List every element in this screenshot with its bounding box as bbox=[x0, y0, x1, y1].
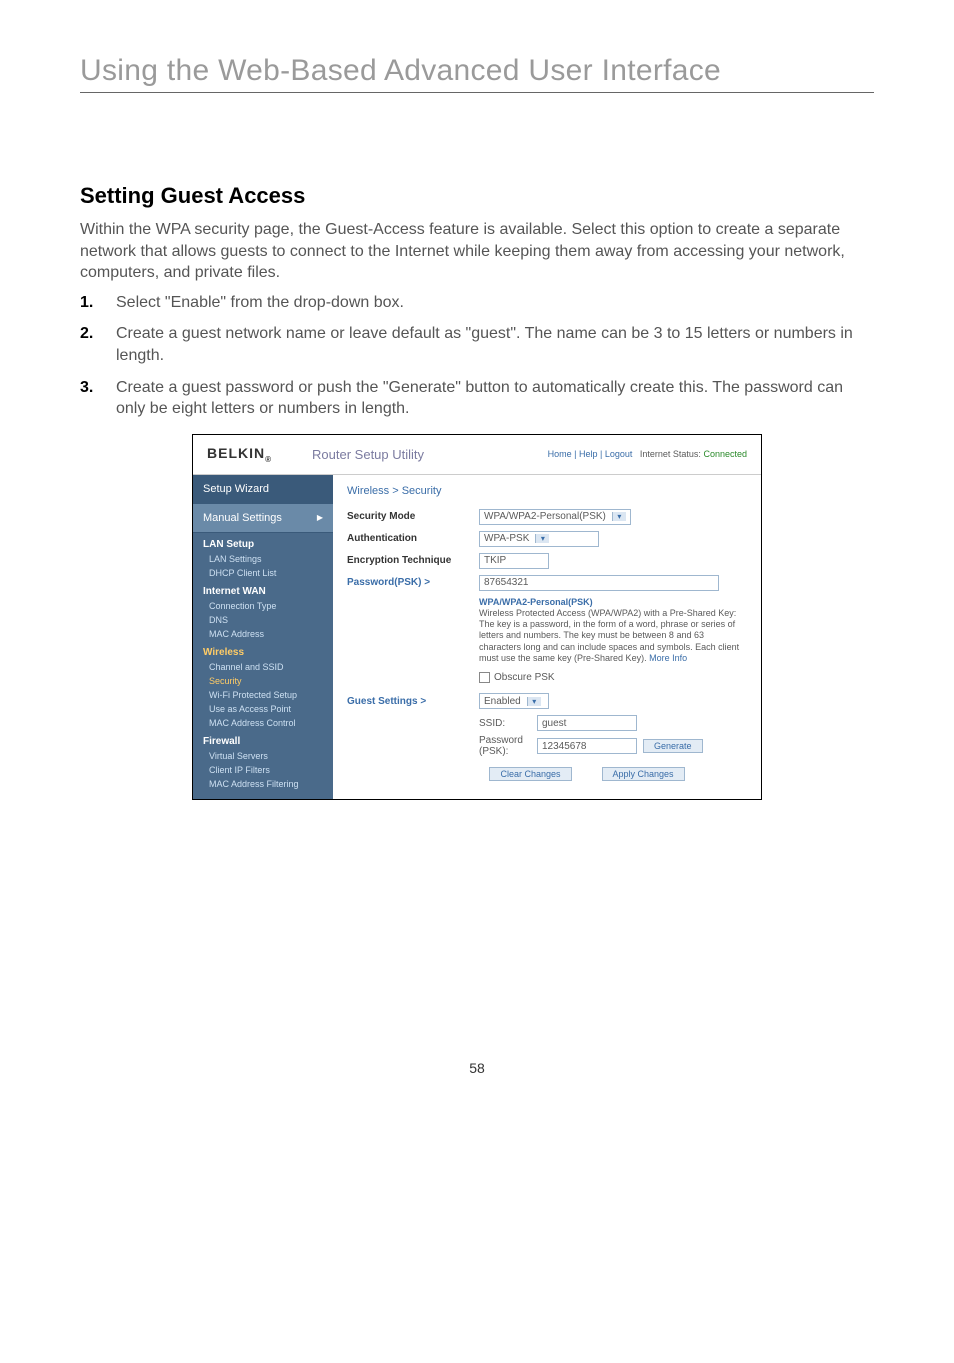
sidebar-item[interactable]: DNS bbox=[193, 613, 333, 627]
chevron-down-icon: ▾ bbox=[527, 697, 541, 706]
sidebar-item[interactable]: MAC Address bbox=[193, 627, 333, 641]
chevron-right-icon: ▶ bbox=[317, 513, 323, 522]
header-links[interactable]: Home | Help | Logout bbox=[548, 449, 633, 459]
sidebar-head-lan: LAN Setup bbox=[193, 533, 333, 552]
content-pane: Wireless > Security Security Mode WPA/WP… bbox=[333, 475, 761, 799]
sidebar-item[interactable]: LAN Settings bbox=[193, 552, 333, 566]
sidebar-head-firewall: Firewall bbox=[193, 730, 333, 749]
clear-changes-button[interactable]: Clear Changes bbox=[489, 767, 571, 781]
more-info-link[interactable]: More Info bbox=[649, 653, 687, 663]
utility-title: Router Setup Utility bbox=[312, 447, 424, 462]
intro-paragraph: Within the WPA security page, the Guest-… bbox=[80, 219, 874, 284]
status-value: Connected bbox=[703, 449, 747, 459]
security-mode-label: Security Mode bbox=[347, 511, 479, 522]
obscure-psk-row: Obscure PSK bbox=[479, 672, 747, 683]
manual-settings-button[interactable]: Manual Settings▶ bbox=[193, 504, 333, 533]
ssid-input[interactable]: guest bbox=[537, 715, 637, 731]
guest-password-label: Password (PSK): bbox=[479, 735, 531, 757]
authentication-select[interactable]: WPA-PSK▾ bbox=[479, 531, 599, 547]
sidebar-item-security[interactable]: Security bbox=[193, 674, 333, 688]
chevron-down-icon: ▾ bbox=[612, 512, 626, 521]
sidebar-item[interactable]: DHCP Client List bbox=[193, 566, 333, 580]
section-title: Setting Guest Access bbox=[80, 183, 874, 209]
step-item: 1. Select "Enable" from the drop-down box… bbox=[80, 292, 874, 314]
chevron-down-icon: ▾ bbox=[535, 534, 549, 543]
screenshot-header: BELKIN® Router Setup Utility Home | Help… bbox=[193, 435, 761, 475]
sidebar-item[interactable]: Client IP Filters bbox=[193, 763, 333, 777]
password-psk-label[interactable]: Password(PSK) > bbox=[347, 577, 479, 588]
obscure-psk-label: Obscure PSK bbox=[494, 672, 555, 683]
obscure-psk-checkbox[interactable] bbox=[479, 672, 490, 683]
security-mode-select[interactable]: WPA/WPA2-Personal(PSK)▾ bbox=[479, 509, 631, 525]
horizontal-rule bbox=[80, 92, 874, 93]
sidebar-item[interactable]: Wi-Fi Protected Setup bbox=[193, 688, 333, 702]
sidebar-item[interactable]: Use as Access Point bbox=[193, 702, 333, 716]
sidebar-item[interactable]: Channel and SSID bbox=[193, 660, 333, 674]
step-number: 1. bbox=[80, 292, 98, 314]
sidebar-item[interactable]: Virtual Servers bbox=[193, 749, 333, 763]
sidebar: Setup Wizard Manual Settings▶ LAN Setup … bbox=[193, 475, 333, 799]
sidebar-item[interactable]: Connection Type bbox=[193, 599, 333, 613]
guest-settings-label[interactable]: Guest Settings > bbox=[347, 696, 479, 707]
encryption-field[interactable]: TKIP bbox=[479, 553, 549, 569]
step-number: 2. bbox=[80, 323, 98, 366]
router-screenshot: BELKIN® Router Setup Utility Home | Help… bbox=[192, 434, 762, 800]
help-box: WPA/WPA2-Personal(PSK) Wireless Protecte… bbox=[479, 597, 747, 665]
steps-list: 1. Select "Enable" from the drop-down box… bbox=[80, 292, 874, 420]
step-text: Create a guest network name or leave def… bbox=[116, 323, 874, 366]
step-text: Create a guest password or push the "Gen… bbox=[116, 377, 874, 420]
sidebar-head-wan: Internet WAN bbox=[193, 580, 333, 599]
sidebar-head-wireless: Wireless bbox=[193, 641, 333, 660]
page-number: 58 bbox=[80, 1060, 874, 1076]
sidebar-item[interactable]: MAC Address Control bbox=[193, 716, 333, 730]
setup-wizard-button[interactable]: Setup Wizard bbox=[193, 475, 333, 504]
password-psk-input[interactable]: 87654321 bbox=[479, 575, 719, 591]
guest-password-input[interactable]: 12345678 bbox=[537, 738, 637, 754]
help-body: Wireless Protected Access (WPA/WPA2) wit… bbox=[479, 608, 739, 663]
generate-button[interactable]: Generate bbox=[643, 739, 703, 753]
header-right: Home | Help | Logout Internet Status: Co… bbox=[548, 449, 747, 459]
authentication-label: Authentication bbox=[347, 533, 479, 544]
apply-changes-button[interactable]: Apply Changes bbox=[602, 767, 685, 781]
help-title: WPA/WPA2-Personal(PSK) bbox=[479, 597, 593, 607]
status-label: Internet Status: bbox=[640, 449, 701, 459]
step-number: 3. bbox=[80, 377, 98, 420]
encryption-label: Encryption Technique bbox=[347, 555, 479, 566]
ssid-label: SSID: bbox=[479, 718, 531, 729]
breadcrumb: Wireless > Security bbox=[347, 485, 747, 497]
step-text: Select "Enable" from the drop-down box. bbox=[116, 292, 404, 314]
guest-enabled-select[interactable]: Enabled▾ bbox=[479, 693, 549, 709]
chapter-title: Using the Web-Based Advanced User Interf… bbox=[80, 54, 874, 88]
step-item: 2. Create a guest network name or leave d… bbox=[80, 323, 874, 366]
belkin-logo: BELKIN® bbox=[207, 445, 272, 464]
step-item: 3. Create a guest password or push the "G… bbox=[80, 377, 874, 420]
sidebar-item[interactable]: MAC Address Filtering bbox=[193, 777, 333, 791]
